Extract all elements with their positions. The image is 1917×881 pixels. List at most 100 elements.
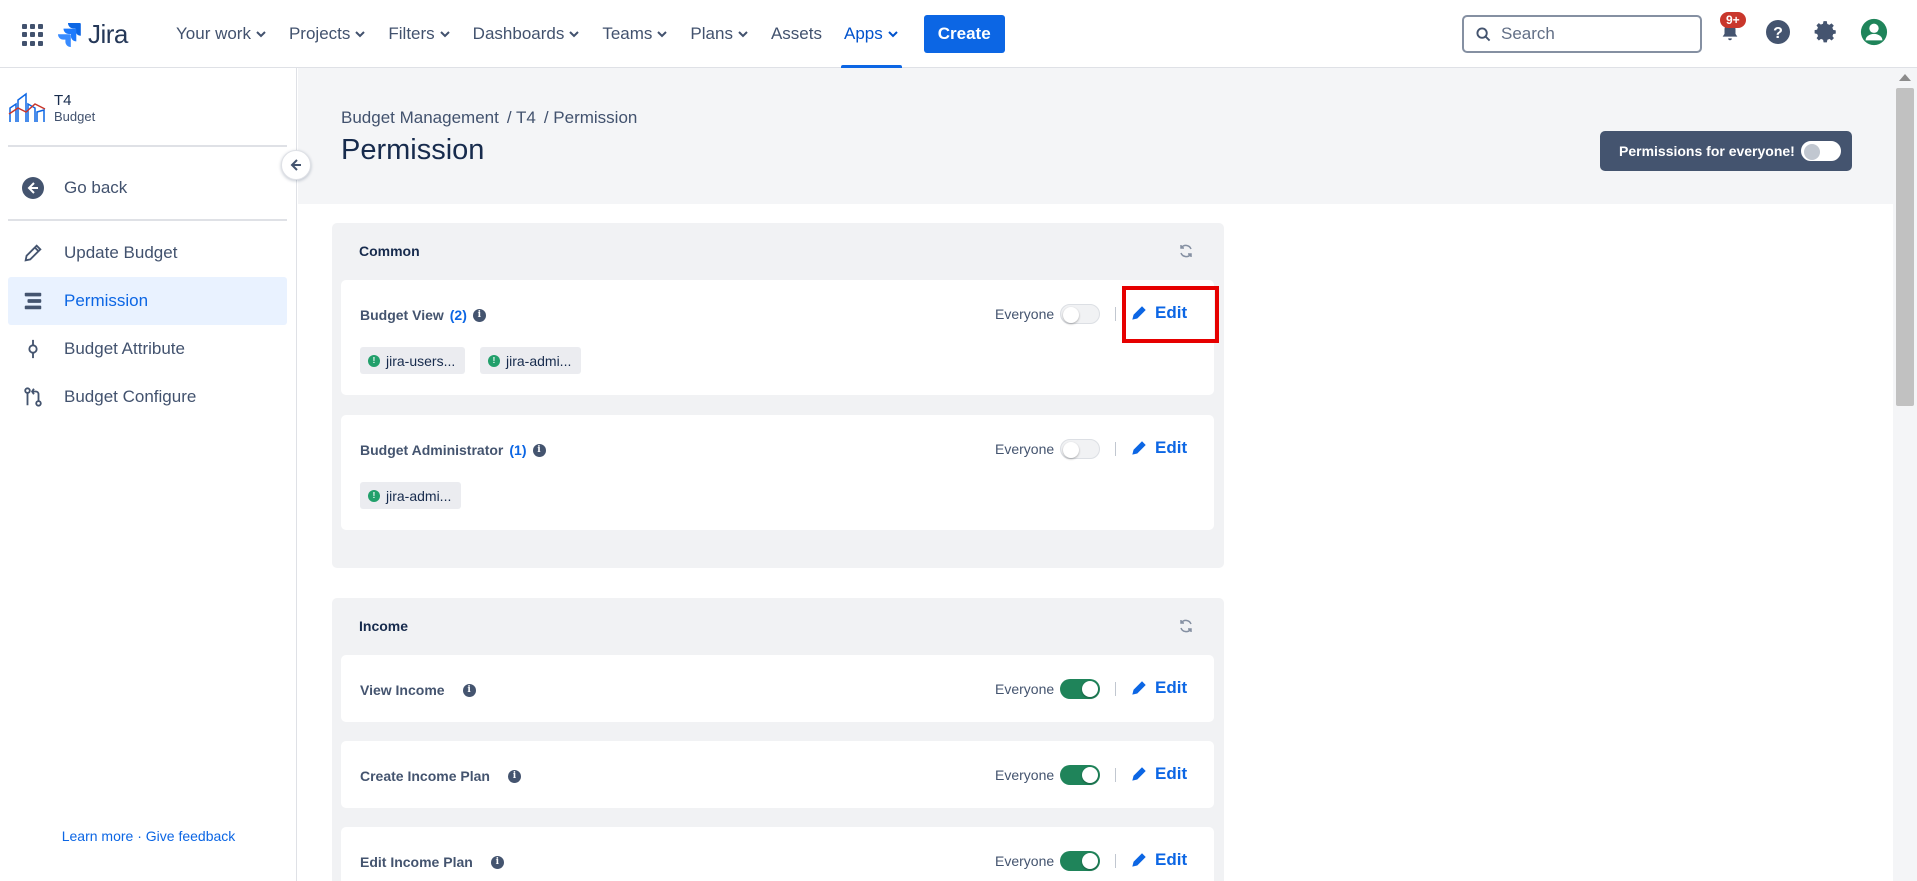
nav-label: Projects <box>288 24 351 43</box>
permissions-for-everyone-toggle[interactable]: Permissions for everyone! <box>1600 131 1852 171</box>
help-button[interactable]: ? <box>1764 18 1792 46</box>
group-status-icon: ! <box>488 354 500 367</box>
edit-label: Edit <box>1155 678 1188 697</box>
everyone-toggle[interactable] <box>1060 679 1101 699</box>
edit-label: Edit <box>1155 438 1188 457</box>
divider <box>1115 307 1116 321</box>
info-icon[interactable]: i <box>532 443 546 457</box>
nav-utility-icons: 9+ ? <box>1716 12 1888 46</box>
nav-label: Assets <box>770 24 822 43</box>
collapse-sidebar-button[interactable] <box>281 150 311 180</box>
attribute-icon <box>20 336 46 362</box>
project-type: Budget <box>54 109 96 124</box>
chevron-down-icon <box>439 31 450 38</box>
everyone-toggle[interactable] <box>1060 851 1101 871</box>
nav-apps[interactable]: Apps <box>833 0 910 68</box>
group-name: jira-admi... <box>506 352 572 369</box>
search-box[interactable] <box>1462 15 1702 53</box>
give-feedback-link[interactable]: Give feedback <box>146 828 236 844</box>
sidebar-footer: Learn more · Give feedback <box>0 828 297 844</box>
go-back-button[interactable]: Go back <box>8 164 287 212</box>
refresh-icon[interactable] <box>1178 618 1194 634</box>
group-name: jira-admi... <box>386 487 452 504</box>
chevron-down-icon <box>657 31 668 38</box>
everyone-toggle-group: Everyone <box>995 765 1101 785</box>
section-common: Common Budget View (2) i Everyone Edit !… <box>332 223 1224 568</box>
settings-button[interactable] <box>1812 18 1840 46</box>
breadcrumb-item[interactable]: Budget Management <box>341 108 499 128</box>
nav-label: Teams <box>602 24 653 43</box>
edit-button[interactable]: Edit <box>1131 438 1187 458</box>
everyone-toggle[interactable] <box>1060 304 1101 324</box>
create-button[interactable]: Create <box>923 15 1005 53</box>
nav-label: Apps <box>843 24 883 43</box>
jira-logo[interactable]: Jira <box>58 19 128 50</box>
info-icon[interactable]: i <box>462 683 476 697</box>
everyone-toggle[interactable] <box>1060 439 1101 459</box>
nav-dashboards[interactable]: Dashboards <box>462 0 592 68</box>
section-title: Common <box>359 243 420 259</box>
edit-button[interactable]: Edit <box>1131 850 1187 870</box>
profile-avatar[interactable] <box>1860 18 1888 46</box>
nav-projects[interactable]: Projects <box>278 0 377 68</box>
nav-label: Filters <box>388 24 435 43</box>
edit-button[interactable]: Edit <box>1131 764 1187 784</box>
divider <box>8 219 287 221</box>
permission-card-create-income-plan: Create Income Plan i Everyone Edit <box>341 741 1214 808</box>
permission-card-view-income: View Income i Everyone Edit <box>341 655 1214 722</box>
pencil-icon <box>20 240 46 266</box>
edit-button[interactable]: Edit <box>1131 678 1187 698</box>
nav-filters[interactable]: Filters <box>377 0 461 68</box>
info-icon[interactable]: i <box>490 855 504 869</box>
learn-more-link[interactable]: Learn more <box>62 828 134 844</box>
info-icon[interactable]: i <box>507 769 521 783</box>
app-switcher-icon[interactable] <box>22 24 44 46</box>
gear-icon <box>1814 21 1836 43</box>
chevron-down-icon <box>355 31 366 38</box>
breadcrumb-item[interactable]: / Permission <box>544 108 638 128</box>
nav-label: Plans <box>690 24 733 43</box>
sidebar: T4 Budget Go back Update Budget Permissi… <box>0 68 297 881</box>
permission-name: View Income <box>360 682 445 698</box>
sidebar-item-update-budget[interactable]: Update Budget <box>8 229 287 277</box>
permission-card-budget-administrator: Budget Administrator (1) i Everyone Edit… <box>341 415 1214 530</box>
project-info: T4 Budget <box>54 92 95 124</box>
sidebar-item-permission[interactable]: Permission <box>8 277 287 325</box>
permission-label: Budget View (2) i <box>360 307 486 323</box>
scrollbar-thumb[interactable] <box>1896 88 1914 406</box>
section-title: Income <box>359 618 409 634</box>
divider <box>1115 682 1116 696</box>
nav-label: Dashboards <box>472 24 565 43</box>
nav-your-work[interactable]: Your work <box>165 0 278 68</box>
permission-label: Create Income Plan i <box>360 768 521 784</box>
info-icon[interactable]: i <box>472 308 486 322</box>
sidebar-item-budget-configure[interactable]: Budget Configure <box>8 373 287 421</box>
project-header[interactable]: T4 Budget <box>8 92 95 124</box>
main-content: Budget Management / T4 / Permission Perm… <box>298 68 1893 881</box>
nav-assets[interactable]: Assets <box>760 0 833 68</box>
search-input[interactable] <box>1501 24 1681 44</box>
notifications-badge: 9+ <box>1720 12 1746 28</box>
permission-name: Create Income Plan <box>360 768 490 784</box>
jira-logo-icon <box>58 22 81 47</box>
chevron-down-icon <box>569 31 580 38</box>
permissions-for-everyone-label: Permissions for everyone! <box>1619 143 1795 159</box>
chevron-down-icon <box>888 31 898 38</box>
edit-label: Edit <box>1155 850 1188 869</box>
divider <box>1115 768 1116 782</box>
everyone-toggle[interactable] <box>1060 765 1101 785</box>
nav-teams[interactable]: Teams <box>591 0 679 68</box>
toggle-switch[interactable] <box>1800 141 1841 161</box>
scroll-up-arrow-icon[interactable] <box>1899 74 1911 81</box>
sidebar-item-budget-attribute[interactable]: Budget Attribute <box>8 325 287 373</box>
refresh-icon[interactable] <box>1178 243 1194 259</box>
notifications-button[interactable]: 9+ <box>1716 12 1746 46</box>
project-avatar-icon <box>8 92 46 122</box>
nav-plans[interactable]: Plans <box>679 0 760 68</box>
sidebar-item-label: Permission <box>64 291 149 310</box>
breadcrumb: Budget Management / T4 / Permission <box>341 108 637 128</box>
go-back-label: Go back <box>64 178 128 197</box>
breadcrumb-item[interactable]: / T4 <box>507 108 536 128</box>
pencil-icon <box>1132 853 1146 867</box>
jira-logo-text: Jira <box>88 19 128 49</box>
